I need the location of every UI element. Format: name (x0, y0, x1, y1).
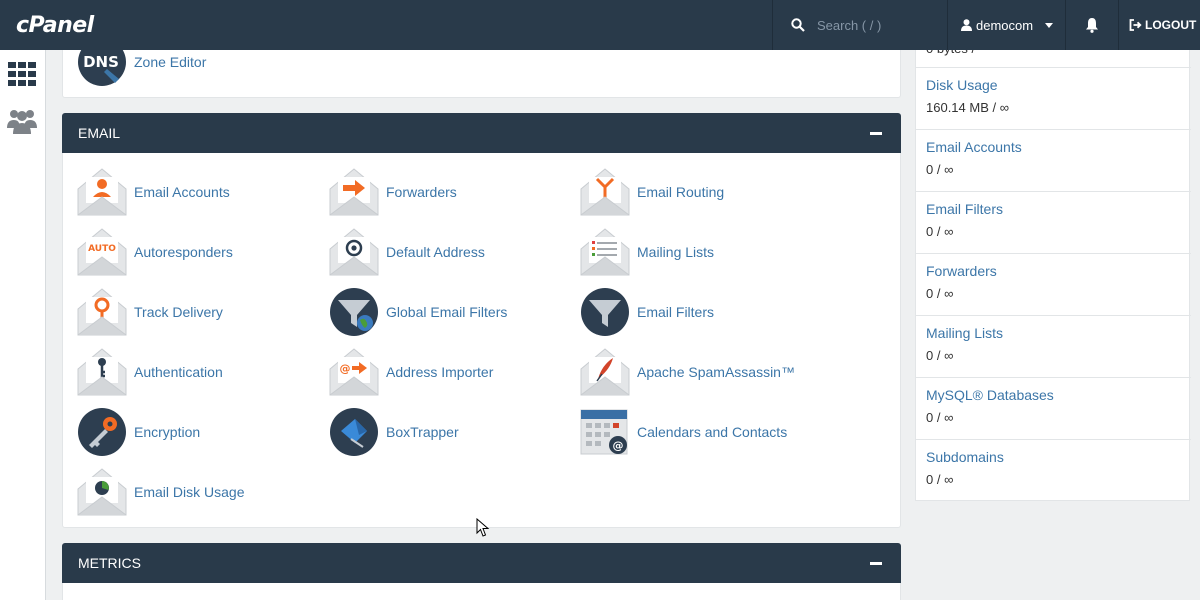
svg-text:@: @ (613, 439, 624, 452)
tool-default-address[interactable]: Default Address (329, 226, 485, 278)
tools-grid-button[interactable] (7, 59, 37, 89)
stat-email-filters: Email Filters 0 / ∞ (916, 191, 1191, 253)
box-trap-icon (329, 407, 379, 457)
logout-button[interactable]: LOGOUT (1118, 0, 1200, 50)
disk-pie-icon (77, 467, 127, 517)
grid-icon (8, 62, 36, 86)
statistics-panel: 0 bytes / Disk Usage 160.14 MB / ∞ Email… (915, 41, 1191, 501)
svg-text:AUTO: AUTO (88, 244, 116, 254)
forward-arrow-icon (329, 167, 379, 217)
tool-forwarders[interactable]: Forwarders (329, 166, 457, 218)
svg-text:@: @ (340, 362, 351, 375)
svg-text:DNS: DNS (83, 53, 119, 71)
tool-apache-spamassassin[interactable]: Apache SpamAssassin™ (580, 346, 795, 398)
funnel-icon (580, 287, 630, 337)
auto-responder-icon: AUTO (77, 227, 127, 277)
stat-subdomains: Subdomains 0 / ∞ (916, 439, 1191, 501)
bell-icon (1086, 18, 1098, 33)
user-icon (961, 19, 972, 31)
at-sign-icon (329, 227, 379, 277)
stat-forwarders: Forwarders 0 / ∞ (916, 253, 1191, 315)
tool-track-delivery[interactable]: Track Delivery (77, 286, 223, 338)
left-sidebar (0, 50, 46, 600)
key-icon (77, 347, 127, 397)
search-icon (791, 18, 805, 32)
stat-mailing-lists: Mailing Lists 0 / ∞ (916, 315, 1191, 377)
tool-mailing-lists[interactable]: Mailing Lists (580, 226, 714, 278)
chevron-down-icon (1045, 22, 1054, 28)
tool-email-filters[interactable]: Email Filters (580, 286, 714, 338)
feather-icon (580, 347, 630, 397)
stat-disk-usage: Disk Usage 160.14 MB / ∞ (916, 67, 1191, 129)
tool-email-accounts[interactable]: Email Accounts (77, 166, 230, 218)
cpanel-logo[interactable]: cPanel (0, 13, 772, 38)
tool-authentication[interactable]: Authentication (77, 346, 223, 398)
stat-email-accounts: Email Accounts 0 / ∞ (916, 129, 1191, 191)
email-account-icon (77, 167, 127, 217)
collapse-icon[interactable] (870, 132, 882, 135)
tool-encryption[interactable]: Encryption (77, 406, 200, 458)
email-section-header[interactable]: EMAIL (62, 113, 901, 153)
users-icon (7, 110, 37, 134)
notifications-button[interactable] (1065, 0, 1118, 50)
top-navbar: cPanel Search ( / ) democom LOGOUT (0, 0, 1200, 50)
tool-boxtrapper[interactable]: BoxTrapper (329, 406, 459, 458)
location-pin-icon (77, 287, 127, 337)
tool-email-routing[interactable]: Email Routing (580, 166, 724, 218)
collapse-icon[interactable] (870, 562, 882, 565)
search-box[interactable]: Search ( / ) (772, 0, 947, 50)
search-input[interactable]: Search ( / ) (817, 18, 881, 33)
calendar-icon: @ (580, 407, 630, 457)
tool-autoresponders[interactable]: AUTO Autoresponders (77, 226, 233, 278)
logout-icon (1129, 19, 1142, 31)
username: democom (976, 17, 1034, 33)
tool-global-email-filters[interactable]: Global Email Filters (329, 286, 507, 338)
metrics-section-body (62, 583, 901, 600)
import-address-icon: @ (329, 347, 379, 397)
mailing-list-icon (580, 227, 630, 277)
tool-calendars-and-contacts[interactable]: @ Calendars and Contacts (580, 406, 787, 458)
stat-mysql-databases: MySQL® Databases 0 / ∞ (916, 377, 1191, 439)
user-manager-button[interactable] (7, 106, 37, 136)
encryption-key-icon (77, 407, 127, 457)
tool-address-importer[interactable]: @ Address Importer (329, 346, 493, 398)
routing-icon (580, 167, 630, 217)
user-menu[interactable]: democom (947, 0, 1065, 50)
global-filter-icon (329, 287, 379, 337)
tool-email-disk-usage[interactable]: Email Disk Usage (77, 466, 244, 518)
mouse-pointer-icon (476, 517, 490, 543)
metrics-section-header[interactable]: METRICS (62, 543, 901, 583)
